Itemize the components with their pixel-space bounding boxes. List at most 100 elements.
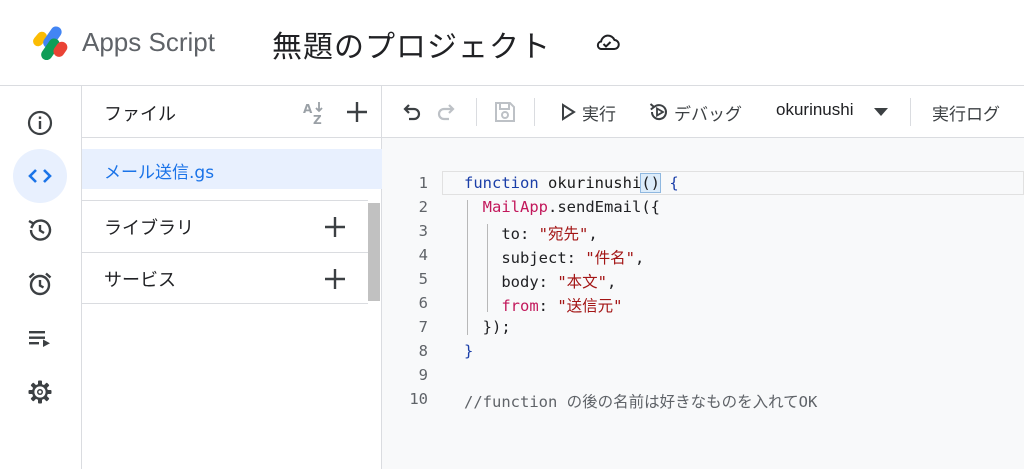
code-text: from: "送信元" — [464, 294, 623, 316]
code-line[interactable]: 6 from: "送信元" — [382, 291, 1024, 315]
code-token: "送信元" — [557, 297, 623, 315]
code-text: MailApp.sendEmail({ — [464, 198, 660, 216]
function-select[interactable]: okurinushi — [774, 86, 898, 138]
sort-az-icon[interactable]: A Z — [300, 98, 328, 126]
editor-toolbar: 実行 デバッグ okurinushi 実行ログ — [382, 86, 1024, 138]
executions-button[interactable] — [13, 311, 67, 365]
panel-scrollbar[interactable] — [368, 203, 380, 301]
code-text: } — [464, 342, 473, 360]
chevron-down-icon — [874, 108, 888, 116]
services-label: サービス — [104, 270, 176, 291]
line-number: 5 — [418, 270, 428, 288]
file-item[interactable]: メール送信.gs — [82, 149, 382, 189]
code-line[interactable]: 1 function okurinushi() { — [382, 171, 1024, 195]
code-text: subject: "件名", — [464, 246, 644, 268]
apps-script-logo-icon[interactable] — [30, 24, 74, 60]
code-line[interactable]: 2 MailApp.sendEmail({ — [382, 195, 1024, 219]
debug-button[interactable]: デバッグ — [648, 86, 758, 138]
code-token: function — [464, 174, 539, 192]
toolbar-divider — [910, 98, 911, 126]
code-token: okurinushi — [538, 174, 642, 192]
file-name: メール送信.gs — [104, 163, 215, 183]
libraries-section[interactable]: ライブラリ — [82, 200, 368, 252]
line-number: 1 — [418, 174, 428, 192]
code-text: //function の後の名前は好きなものを入れてOK — [464, 390, 817, 412]
execution-log-button[interactable]: 実行ログ — [932, 100, 1000, 125]
line-number: 6 — [418, 294, 428, 312]
line-number: 10 — [409, 390, 428, 408]
save-icon[interactable] — [492, 99, 518, 125]
alarm-icon — [28, 272, 52, 296]
project-title[interactable]: 無題のプロジェクト — [272, 22, 551, 66]
toolbar-divider — [534, 98, 535, 126]
line-number: 2 — [418, 198, 428, 216]
code-token: } — [464, 342, 474, 360]
code-token: "本文" — [557, 273, 607, 291]
top-app-bar: Apps Script 無題のプロジェクト — [0, 0, 1024, 86]
run-label: 実行 — [582, 105, 616, 125]
code-token: MailApp — [482, 198, 548, 216]
line-number: 8 — [418, 342, 428, 360]
code-token: "宛先" — [538, 225, 589, 243]
line-number: 7 — [418, 318, 428, 336]
code-token: () — [640, 173, 661, 193]
code-token: , — [635, 249, 645, 267]
toolbar-divider — [476, 98, 477, 126]
gear-icon — [28, 380, 52, 404]
code-line[interactable]: 3 to: "宛先", — [382, 219, 1024, 243]
debug-label: デバッグ — [674, 105, 742, 125]
code-line[interactable]: 8} — [382, 339, 1024, 363]
editor-button[interactable] — [13, 149, 67, 203]
settings-button[interactable] — [13, 365, 67, 419]
code-token: body: — [464, 273, 558, 291]
svg-text:Z: Z — [313, 113, 322, 126]
history-button[interactable] — [13, 203, 67, 257]
play-icon — [562, 103, 576, 121]
code-line[interactable]: 4 subject: "件名", — [382, 243, 1024, 267]
info-icon — [27, 110, 53, 136]
add-file-icon[interactable] — [344, 99, 370, 125]
code-token: , — [588, 225, 598, 243]
files-panel: ファイル A Z メール送信.gs ライブラリ サービス — [82, 86, 382, 469]
add-service-icon[interactable] — [322, 266, 348, 292]
code-token: }); — [464, 318, 511, 336]
code-token: { — [659, 174, 679, 192]
code-line[interactable]: 9 — [382, 363, 1024, 387]
executions-icon — [29, 331, 50, 347]
overview-button[interactable] — [13, 96, 67, 150]
code-editor[interactable]: 1 function okurinushi() {2 MailApp.sendEm… — [382, 138, 1024, 469]
undo-icon[interactable] — [398, 99, 424, 125]
history-icon — [28, 219, 52, 241]
code-icon — [28, 169, 52, 183]
code-line[interactable]: 7 }); — [382, 315, 1024, 339]
code-token: from — [501, 297, 539, 315]
svg-text:A: A — [303, 102, 313, 116]
line-number: 4 — [418, 246, 428, 264]
code-line[interactable]: 10 //function の後の名前は好きなものを入れてOK — [382, 387, 1024, 411]
code-token: //function の後の名前は好きなものを入れてOK — [464, 393, 818, 411]
function-select-value: okurinushi — [776, 100, 854, 119]
app-name: Apps Script — [82, 27, 215, 57]
code-line[interactable]: 5 body: "本文", — [382, 267, 1024, 291]
libraries-label: ライブラリ — [104, 218, 194, 239]
line-number: 9 — [418, 366, 428, 384]
code-token: .sendEmail({ — [548, 198, 660, 216]
redo-icon[interactable] — [434, 99, 460, 125]
line-number: 3 — [418, 222, 428, 240]
files-header: ファイル A Z — [82, 86, 382, 138]
side-nav-rail — [0, 86, 82, 469]
run-button[interactable]: 実行 — [560, 86, 626, 138]
services-section[interactable]: サービス — [82, 252, 368, 304]
code-token: : — [538, 297, 558, 315]
debug-icon — [649, 103, 667, 121]
code-token: "件名" — [585, 249, 635, 267]
code-text: }); — [464, 318, 511, 336]
cloud-saved-icon — [596, 34, 620, 50]
triggers-button[interactable] — [13, 257, 67, 311]
code-token: subject: — [464, 249, 586, 267]
add-library-icon[interactable] — [322, 214, 348, 240]
code-text: to: "宛先", — [464, 222, 598, 244]
code-text: body: "本文", — [464, 270, 616, 292]
